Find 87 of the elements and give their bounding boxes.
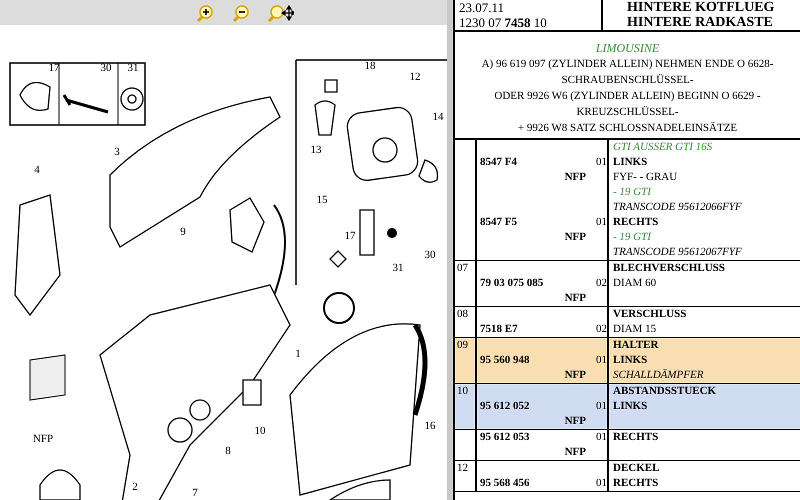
description-text: HALTER (613, 339, 658, 351)
page-title: HINTERE RADKASTE (627, 15, 774, 30)
callout-number: 2 (132, 481, 138, 493)
quantity: 02 (596, 277, 607, 289)
zoom-pan-icon (266, 4, 294, 22)
description-text: RECHTS (613, 431, 658, 443)
item-number: 07 (457, 262, 468, 274)
callout-number: 14 (432, 111, 444, 123)
callout-number: 10 (254, 425, 266, 437)
part-number: 79 03 075 085 (480, 277, 544, 289)
part-number: 8547 F5 (480, 216, 517, 228)
part-number: 7518 E7 (480, 323, 518, 335)
part-number: 95 560 948 (480, 354, 530, 366)
note-text: A) 96 619 097 (ZYLINDER ALLEIN) NEHMEN ENDE O 6628- (482, 57, 774, 72)
description-text: RECHTS (613, 216, 658, 228)
quantity: 01 (596, 431, 607, 443)
nfp-label: NFP (564, 170, 586, 185)
description-text: VERSCHLUSS (613, 308, 686, 320)
zoom-in-icon (194, 4, 212, 22)
note-text: SCHRAUBENSCHLÜSSEL- (561, 73, 694, 88)
description-text: LINKS (613, 400, 648, 412)
part-number: 95 568 456 (480, 477, 530, 489)
nfp-label: NFP (564, 414, 586, 429)
quantity: 01 (596, 216, 607, 228)
callout-number: 1 (295, 348, 301, 360)
callout-number: 4 (34, 164, 40, 176)
description-text: LINKS (613, 354, 648, 366)
page-title: HINTERE KOTFLUEG (627, 0, 776, 15)
description-text: GTI AUSSER GTI 16S (613, 141, 712, 153)
description-text: - 19 GTI (613, 231, 651, 243)
callout-number: 16 (424, 420, 436, 432)
item-number: 12 (457, 462, 468, 474)
note-text: ODER 9926 W6 (ZYLINDER ALLEIN) BEGINN O 6629 - (494, 89, 761, 104)
parts-row[interactable]: 10 ABSTANDSSTUECK 95 612 052 01 LINKS NFP (455, 384, 800, 430)
parts-row[interactable]: 12 DECKEL 95 568 456 01 RECHTS (455, 461, 800, 492)
description-text: DECKEL (613, 462, 660, 474)
part-number: 95 612 053 (480, 431, 530, 443)
quantity: 01 (596, 477, 607, 489)
description-text: TRANSCODE 95612066FYF (613, 201, 742, 213)
nfp-label: NFP (564, 368, 586, 383)
description-text: SCHALLDÄMPFER (613, 369, 704, 381)
catalog-code: 1230 07 7458 10 (459, 15, 548, 30)
callout-number: 17 (344, 230, 356, 242)
note-text: + 9926 W8 SATZ SCHLOSSNADELEINSÄTZE (518, 121, 738, 136)
quantity: 01 (596, 354, 607, 366)
quantity: 01 (596, 400, 607, 412)
parts-row[interactable]: 07 BLECHVERSCHLUSS 79 03 075 085 02 DIAM 60 NFP (455, 261, 800, 307)
part-number: 95 612 052 (480, 400, 530, 412)
callout-number: NFP (32, 433, 54, 445)
callout-number: 12 (410, 71, 420, 83)
callout-number: 13 (310, 144, 322, 156)
zoom-out-icon (230, 4, 248, 22)
description-text: FYF- - GRAU (613, 171, 678, 183)
parts-row[interactable]: GTI AUSSER GTI 16S 8547 F4 01 LINKS NFP FYF- - GRAU - 19 GTI TRANSCODE 95612066FYF 8547 F5 01 RECHTS NFP - 19 GTI TRANSCODE 95612067FYF (455, 140, 800, 261)
callout-number: 18 (364, 60, 376, 72)
callout-number: 9 (180, 226, 186, 238)
callout-number: 30 (424, 249, 436, 261)
parts-row[interactable]: 95 612 053 01 RECHTS NFP (455, 430, 800, 461)
description-text: DIAM 60 (613, 277, 656, 289)
nfp-label: NFP (564, 445, 586, 460)
description-text: BLECHVERSCHLUSS (613, 262, 725, 274)
quantity: 01 (596, 156, 607, 168)
callout-number: 8 (225, 445, 231, 457)
item-number: 08 (457, 308, 468, 320)
callout-number: 7 (192, 487, 198, 499)
description-text: LINKS (613, 156, 648, 168)
callout-number: 31 (392, 262, 404, 274)
nfp-label: NFP (564, 230, 586, 245)
callout-number: 17 (48, 62, 60, 74)
description-text: - 19 GTI (613, 186, 651, 198)
model-name: LIMOUSINE (596, 40, 660, 56)
description-text: ABSTANDSSTUECK (613, 385, 716, 397)
item-number: 09 (457, 339, 468, 351)
description-text: TRANSCODE 95612067FYF (613, 246, 742, 258)
part-number: 8547 F4 (480, 156, 517, 168)
callout-number: 3 (114, 146, 120, 158)
description-text: DIAM 15 (613, 323, 656, 335)
nfp-label: NFP (564, 291, 586, 306)
callout-number: 30 (100, 62, 112, 74)
description-text: RECHTS (613, 477, 658, 489)
item-number: 10 (457, 385, 468, 397)
date-text: 23.07.11 (459, 0, 506, 15)
callout-number: 31 (128, 62, 138, 74)
parts-row[interactable]: 09 HALTER 95 560 948 01 LINKS NFP SCHALLDÄMPFER (455, 338, 800, 384)
callout-number: 15 (316, 194, 328, 206)
note-text: KREUZSCHLÜSSEL- (576, 105, 679, 120)
quantity: 02 (596, 323, 607, 335)
